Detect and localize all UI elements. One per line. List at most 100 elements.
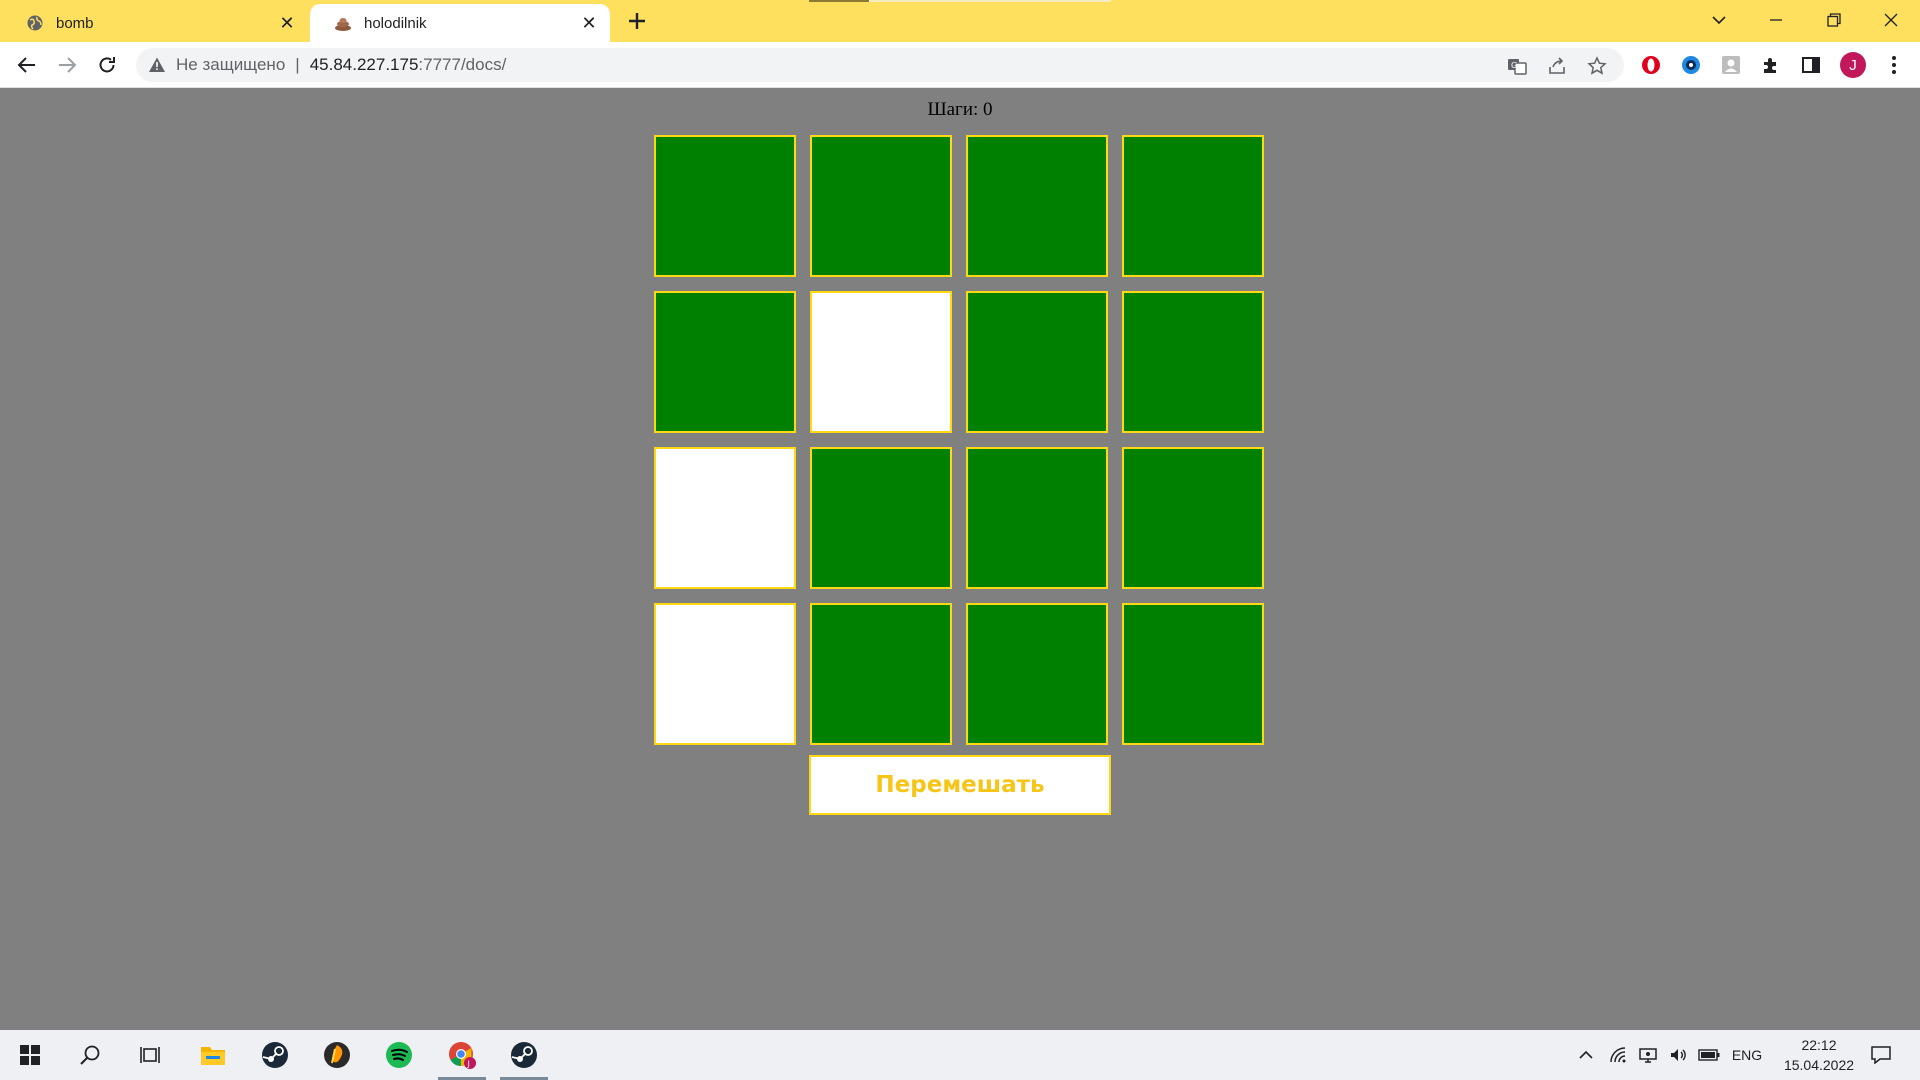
close-window-button[interactable]: [1862, 0, 1920, 40]
minimize-icon: [1770, 19, 1782, 21]
battery-button[interactable]: [1696, 1030, 1722, 1080]
tab-search-button[interactable]: [1690, 0, 1748, 40]
warning-icon: [149, 57, 165, 72]
location-button[interactable]: [1636, 1030, 1660, 1080]
url-host: 45.84.227.175: [309, 55, 419, 74]
board-cell-r2-c2[interactable]: [810, 291, 952, 433]
security-label: Не защищено: [176, 55, 286, 74]
arrow-left-icon: [17, 57, 35, 73]
tab-strip-marker: [809, 0, 869, 2]
star-icon: [1587, 56, 1607, 75]
taskbar-app-fl-studio[interactable]: [309, 1030, 365, 1080]
taskbar-app-spotify[interactable]: [371, 1030, 427, 1080]
clock-time: 22:12: [1801, 1037, 1837, 1053]
new-tab-button[interactable]: [624, 8, 650, 34]
back-button[interactable]: [13, 51, 41, 79]
tab-bomb[interactable]: bomb ✕: [2, 4, 308, 42]
svg-text:G: G: [1511, 61, 1517, 70]
translate-button[interactable]: G: [1506, 55, 1528, 77]
svg-text:J: J: [467, 1060, 470, 1069]
battery-icon: [1698, 1049, 1720, 1061]
tab-holodilnik[interactable]: holodilnik ✕: [310, 4, 610, 42]
network-icon: [1610, 1047, 1626, 1063]
shuffle-button[interactable]: Перемешать: [809, 755, 1111, 815]
share-button[interactable]: [1546, 55, 1568, 77]
tab-close-icon[interactable]: ✕: [278, 13, 296, 33]
tab-close-icon[interactable]: ✕: [580, 13, 598, 33]
board-cell-r1-c3[interactable]: [966, 135, 1108, 277]
board-cell-r2-c1[interactable]: [654, 291, 796, 433]
arrow-right-icon: [59, 57, 77, 73]
more-vertical-icon: [1892, 56, 1896, 74]
clock-date: 15.04.2022: [1783, 1057, 1855, 1073]
extensions-button[interactable]: [1758, 52, 1784, 78]
board-cell-r2-c4[interactable]: [1122, 291, 1264, 433]
restore-icon: [1827, 13, 1841, 27]
taskbar-search-button[interactable]: [62, 1030, 118, 1080]
profile-card-icon: [1722, 56, 1740, 74]
share-icon: [1549, 57, 1565, 74]
extension-button[interactable]: [1678, 52, 1704, 78]
forward-button[interactable]: [53, 51, 81, 79]
translate-icon: G: [1508, 59, 1527, 75]
game-board: [654, 135, 1268, 749]
minimize-button[interactable]: [1747, 0, 1805, 40]
reload-icon: [99, 57, 115, 73]
monitor-icon: [1639, 1048, 1657, 1063]
file-explorer-icon: [201, 1047, 225, 1065]
side-panel-icon: [1802, 57, 1820, 73]
opera-vpn-icon: [1642, 56, 1660, 74]
board-cell-r3-c3[interactable]: [966, 447, 1108, 589]
reload-button[interactable]: [93, 51, 121, 79]
speaker-icon: [1671, 1049, 1686, 1061]
globe-icon: [27, 15, 43, 31]
network-button[interactable]: [1606, 1030, 1630, 1080]
chrome-icon: J: [449, 1042, 476, 1069]
extension-button[interactable]: [1718, 52, 1744, 78]
page-content: Шаги: 0 Перемешать: [0, 89, 1920, 1030]
board-cell-r4-c1[interactable]: [654, 603, 796, 745]
board-cell-r3-c4[interactable]: [1122, 447, 1264, 589]
steam-icon: [511, 1042, 537, 1068]
plus-icon: [629, 13, 645, 29]
extension-button[interactable]: [1638, 52, 1664, 78]
board-cell-r3-c2[interactable]: [810, 447, 952, 589]
board-cell-r1-c1[interactable]: [654, 135, 796, 277]
board-cell-r1-c2[interactable]: [810, 135, 952, 277]
input-language[interactable]: ENG: [1730, 1030, 1764, 1080]
browser-menu-button[interactable]: [1882, 52, 1906, 78]
address-separator: |: [295, 55, 300, 74]
taskbar-app-steam-running[interactable]: [496, 1030, 552, 1080]
task-view-icon: [140, 1047, 160, 1063]
taskbar-app-steam[interactable]: [247, 1030, 303, 1080]
tab-title: bomb: [56, 14, 94, 32]
tray-overflow-button[interactable]: [1574, 1030, 1598, 1080]
address-bar[interactable]: Не защищено | 45.84.227.175:7777/docs/ G: [136, 48, 1624, 82]
bookmark-button[interactable]: [1586, 55, 1608, 77]
tab-strip-marker: [869, 0, 1111, 2]
system-clock[interactable]: 22:12 15.04.2022: [1764, 1035, 1874, 1075]
tab-title: holodilnik: [364, 14, 427, 32]
steam-icon: [262, 1042, 288, 1068]
board-cell-r4-c2[interactable]: [810, 603, 952, 745]
search-icon: [80, 1045, 100, 1065]
browser-tab-strip: bomb ✕ holodilnik ✕: [0, 0, 1920, 42]
video-extension-icon: [1682, 56, 1700, 74]
board-cell-r4-c3[interactable]: [966, 603, 1108, 745]
board-cell-r4-c4[interactable]: [1122, 603, 1264, 745]
steps-counter: Шаги: 0: [927, 99, 993, 120]
spotify-icon: [386, 1042, 412, 1068]
side-panel-button[interactable]: [1798, 52, 1824, 78]
profile-avatar[interactable]: J: [1840, 52, 1866, 78]
start-button[interactable]: [2, 1030, 58, 1080]
board-cell-r3-c1[interactable]: [654, 447, 796, 589]
taskbar-app-file-explorer[interactable]: [185, 1030, 241, 1080]
restore-button[interactable]: [1805, 0, 1863, 40]
task-view-button[interactable]: [122, 1030, 178, 1080]
board-cell-r2-c3[interactable]: [966, 291, 1108, 433]
board-cell-r1-c4[interactable]: [1122, 135, 1264, 277]
taskbar-app-chrome[interactable]: J: [434, 1030, 490, 1080]
puzzle-icon: [1764, 58, 1776, 73]
notifications-button[interactable]: [1868, 1030, 1894, 1080]
volume-button[interactable]: [1666, 1030, 1690, 1080]
